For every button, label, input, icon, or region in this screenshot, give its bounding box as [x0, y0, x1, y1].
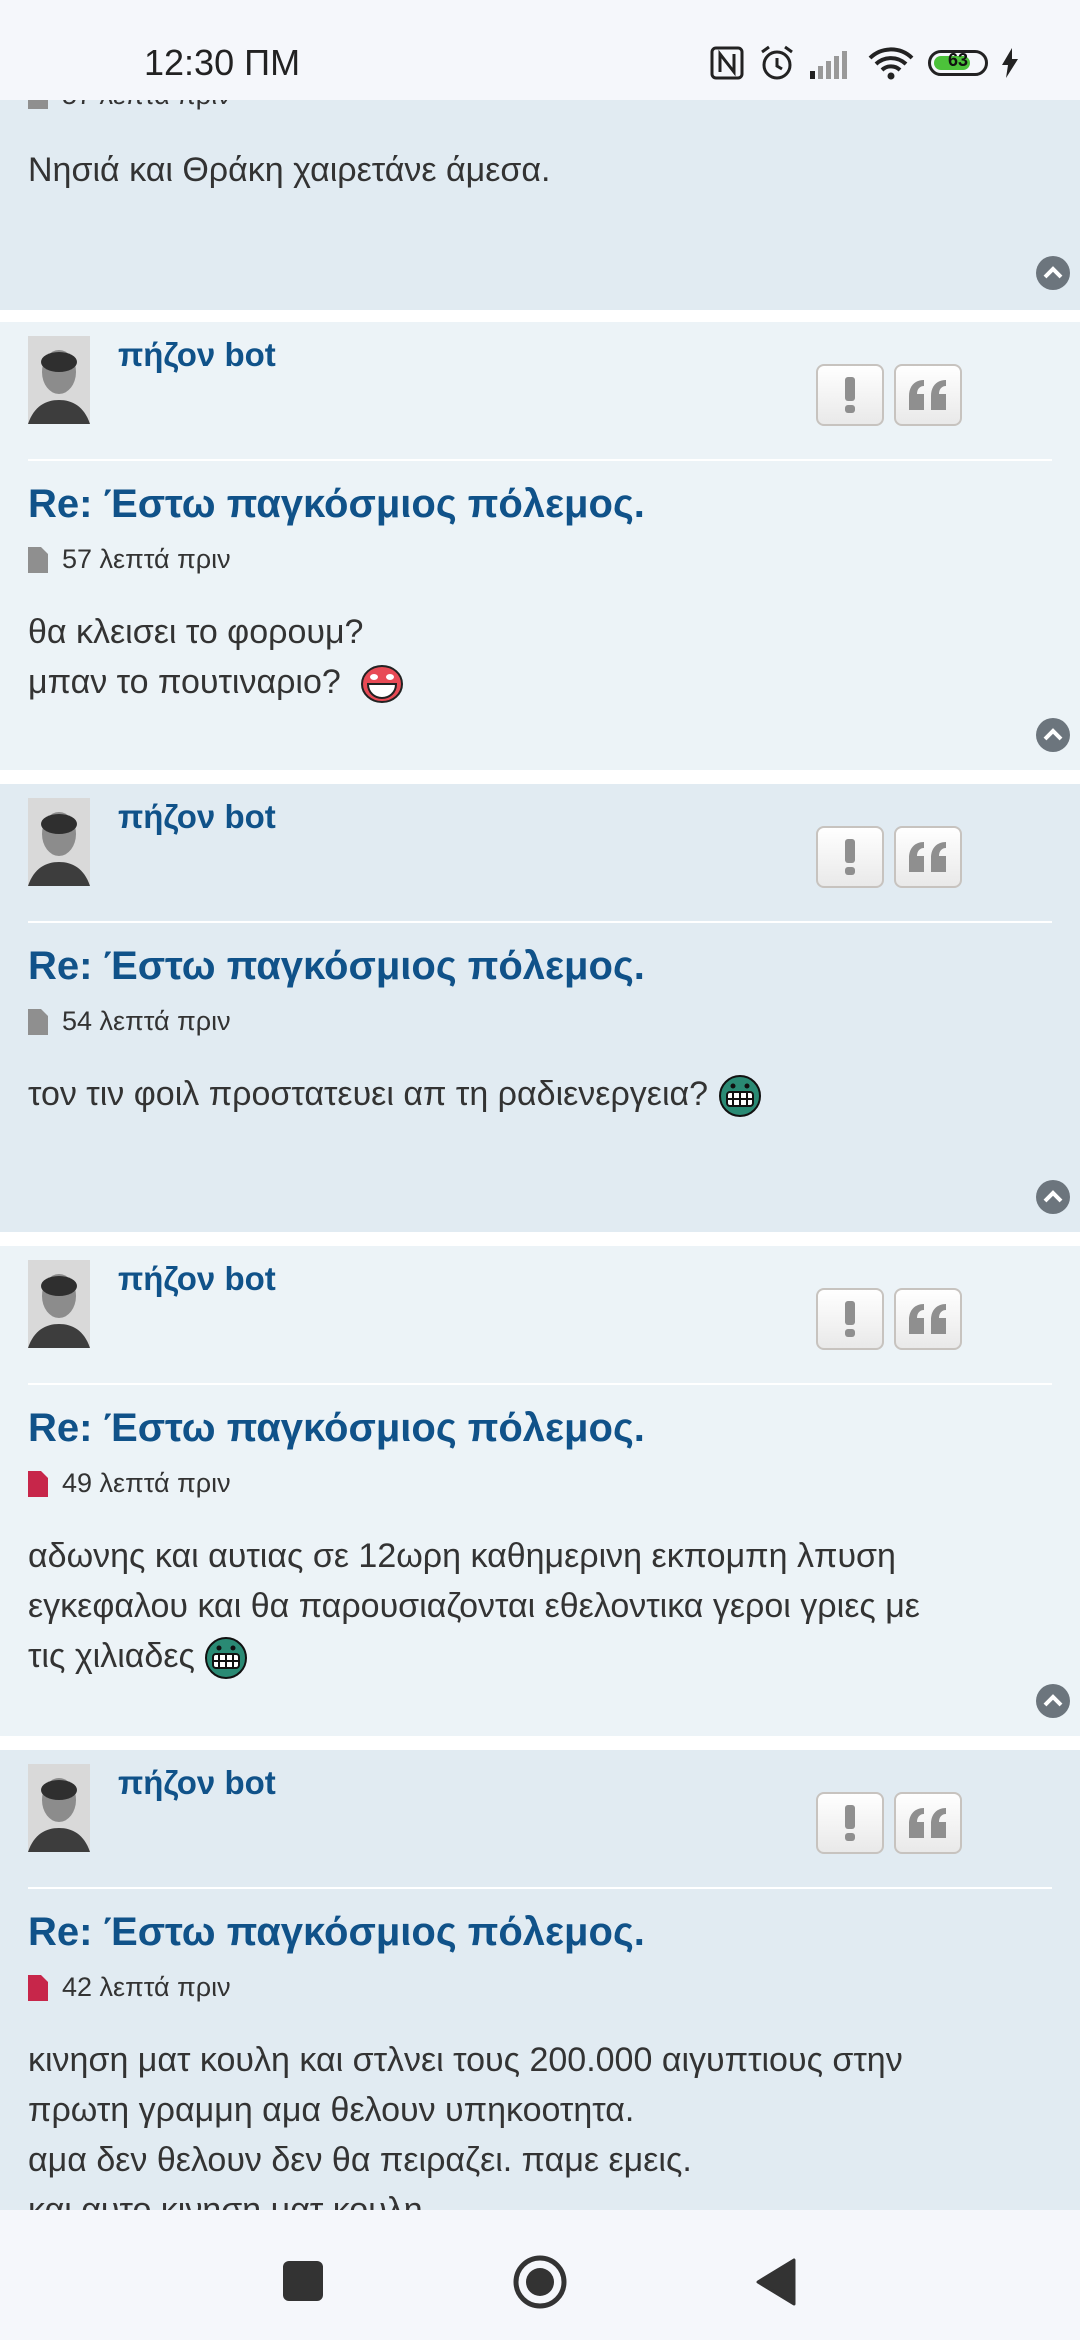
- quote-button[interactable]: [894, 364, 962, 426]
- quote-button[interactable]: [894, 1288, 962, 1350]
- unread-document-icon: [28, 1470, 48, 1497]
- post-body-line: Νησιά και Θράκη χαιρετάνε άμεσα.: [28, 151, 551, 189]
- grin-emoji-icon: [718, 1075, 761, 1118]
- post-body: τον τιν φοιλ προστατευει απ τη ραδιενεργ…: [28, 1069, 1040, 1119]
- avatar[interactable]: [28, 798, 90, 886]
- post-time: 54 λεπτά πριν: [62, 1006, 231, 1036]
- quote-button[interactable]: [894, 1792, 962, 1854]
- post-body-line: μπαν το πουτιναριο?: [28, 657, 1040, 707]
- avatar[interactable]: [28, 1764, 90, 1852]
- chevron-up-circle-icon[interactable]: [1036, 1684, 1070, 1718]
- quote-button[interactable]: [894, 826, 962, 888]
- recents-button[interactable]: [283, 2261, 323, 2301]
- post-time: 49 λεπτά πριν: [62, 1468, 231, 1498]
- report-button[interactable]: [816, 1792, 884, 1854]
- navigation-bar: [0, 2210, 1080, 2340]
- post-title[interactable]: Re: Έστω παγκόσμιος πόλεμος.: [28, 1910, 645, 1955]
- post-time: 42 λεπτά πριν: [62, 1972, 231, 2002]
- post-meta: 54 λεπτά πριν: [28, 1006, 231, 1037]
- chevron-up-circle-icon[interactable]: [1036, 256, 1070, 290]
- post-meta: 49 λεπτά πριν: [28, 1468, 231, 1499]
- divider: [28, 1383, 1052, 1385]
- report-button[interactable]: [816, 1288, 884, 1350]
- exclamation-icon: [845, 377, 855, 413]
- post-body-line: κινηση ματ κουλη και στλνει τους 200.000…: [28, 2041, 903, 2079]
- quote-icon: [909, 842, 946, 872]
- document-icon: [28, 1008, 48, 1035]
- back-button[interactable]: [756, 2258, 796, 2306]
- post-meta: 57 λεπτά πριν: [28, 544, 231, 575]
- battery-icon: 63: [928, 50, 988, 76]
- author-name[interactable]: πήζον bot: [118, 1260, 276, 1298]
- chevron-up-circle-icon[interactable]: [1036, 718, 1070, 752]
- signal-icon: [810, 51, 847, 79]
- post-body-line: πρωτη γραμμη αμα θελουν υπηκοοτητα.: [28, 2091, 635, 2129]
- divider: [28, 921, 1052, 923]
- divider: [28, 459, 1052, 461]
- exclamation-icon: [845, 839, 855, 875]
- post: πήζον bot Re: Έστω παγκόσμιος πόλεμος. 5…: [0, 784, 1080, 1232]
- nfc-icon: [710, 46, 744, 80]
- post-body-line: αμα δεν θελουν δεν θα πειραζει. παμε εμε…: [28, 2141, 692, 2179]
- report-button[interactable]: [816, 364, 884, 426]
- post-body: αδωνης και αυτιας σε 12ωρη καθημερινη εκ…: [28, 1531, 1040, 1681]
- post: πήζον bot Re: Έστω παγκόσμιος πόλεμος. 4…: [0, 1750, 1080, 2229]
- charging-icon: [1002, 48, 1018, 78]
- quote-icon: [909, 1808, 946, 1838]
- status-icons: 63: [710, 44, 1018, 82]
- post-body-line: θα κλεισει το φορουμ?: [28, 613, 364, 651]
- post-body-line: τις χιλιαδες: [28, 1631, 1040, 1681]
- laugh-emoji-icon: [360, 665, 403, 704]
- post-meta: 42 λεπτά πριν: [28, 1972, 231, 2003]
- status-bar: 12:30 ΠΜ 63: [0, 0, 1080, 100]
- post-body-line: τον τιν φοιλ προστατευει απ τη ραδιενεργ…: [28, 1069, 1040, 1119]
- document-icon: [28, 546, 48, 573]
- author-name[interactable]: πήζον bot: [118, 1764, 276, 1802]
- grin-emoji-icon: [205, 1637, 248, 1680]
- report-button[interactable]: [816, 826, 884, 888]
- author-name[interactable]: πήζον bot: [118, 798, 276, 836]
- post: πήζον bot Re: Έστω παγκόσμιος πόλεμος. 4…: [0, 1246, 1080, 1736]
- post-body: θα κλεισει το φορουμ? μπαν το πουτιναριο…: [28, 607, 1040, 707]
- battery-level: 63: [947, 50, 969, 70]
- post-time: 57 λεπτά πριν: [62, 544, 231, 574]
- post-body: κινηση ματ κουλη και στλνει τους 200.000…: [28, 2035, 1040, 2235]
- chevron-up-circle-icon[interactable]: [1036, 1180, 1070, 1214]
- post: πήζον bot Re: Έστω παγκόσμιος πόλεμος. 5…: [0, 322, 1080, 770]
- home-button[interactable]: [512, 2254, 568, 2310]
- author-name[interactable]: πήζον bot: [118, 336, 276, 374]
- status-time: 12:30 ΠΜ: [144, 42, 301, 83]
- wifi-icon: [868, 47, 914, 80]
- post-body-line: εγκεφαλου και θα παρουσιαζονται εθελοντι…: [28, 1587, 920, 1625]
- post-body: Νησιά και Θράκη χαιρετάνε άμεσα.: [28, 145, 1040, 195]
- quote-icon: [909, 1304, 946, 1334]
- post-title[interactable]: Re: Έστω παγκόσμιος πόλεμος.: [28, 944, 645, 989]
- post-title[interactable]: Re: Έστω παγκόσμιος πόλεμος.: [28, 482, 645, 527]
- post-title[interactable]: Re: Έστω παγκόσμιος πόλεμος.: [28, 1406, 645, 1451]
- divider: [28, 1887, 1052, 1889]
- unread-document-icon: [28, 1974, 48, 2001]
- avatar[interactable]: [28, 336, 90, 424]
- exclamation-icon: [845, 1805, 855, 1841]
- quote-icon: [909, 380, 946, 410]
- avatar[interactable]: [28, 1260, 90, 1348]
- alarm-icon: [761, 45, 793, 80]
- post-body-line: αδωνης και αυτιας σε 12ωρη καθημερινη εκ…: [28, 1537, 896, 1575]
- exclamation-icon: [845, 1301, 855, 1337]
